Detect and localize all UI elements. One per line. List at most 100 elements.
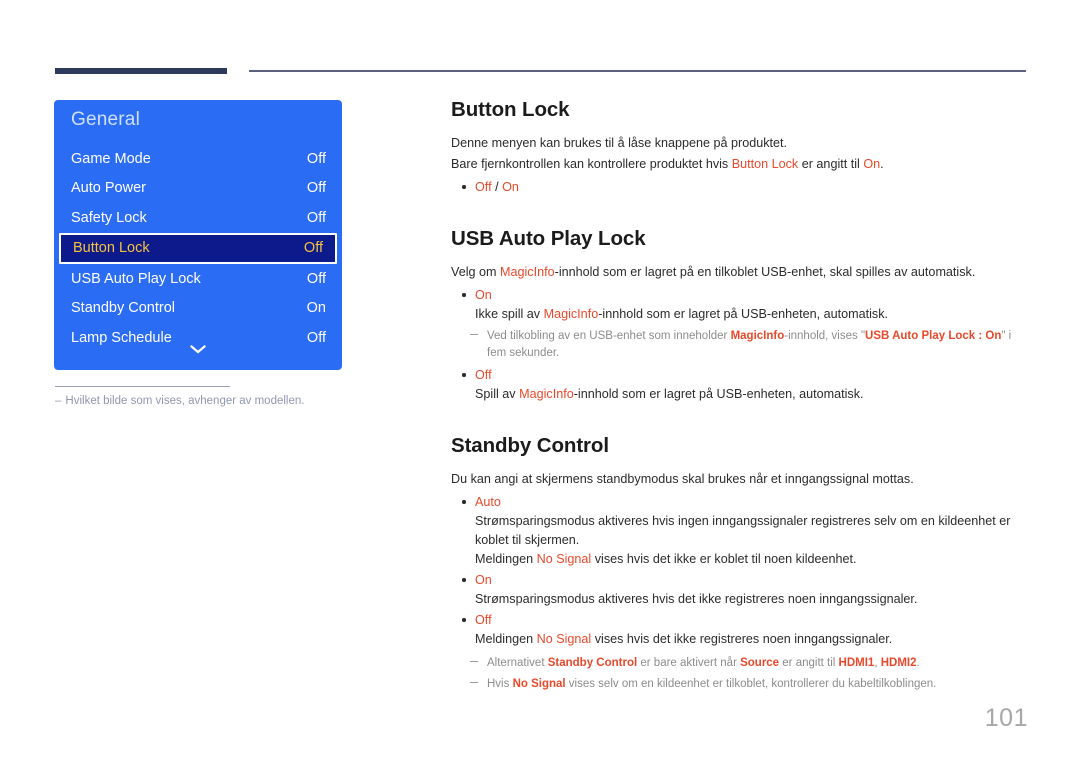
option-auto-description-2: Meldingen No Signal vises hvis det ikke … <box>475 550 1031 569</box>
osd-row-value: Off <box>303 240 323 257</box>
text: vises selv om en kildeenhet er tilkoblet… <box>565 678 937 690</box>
term-source: Source <box>740 657 780 669</box>
term-standby-control: Standby Control <box>547 657 638 669</box>
list-item: On Strømsparingsmodus aktiveres hvis det… <box>451 571 1031 609</box>
osd-row-label: Button Lock <box>73 240 150 257</box>
list-item: Auto Strømsparingsmodus aktiveres hvis i… <box>451 493 1031 569</box>
option-auto-description: Strømsparingsmodus aktiveres hvis ingen … <box>475 514 1011 547</box>
panel-footnote: – Hvilket bilde som vises, avhenger av mo… <box>55 386 355 407</box>
section-title-button-lock: Button Lock <box>451 98 570 121</box>
term-no-signal: No Signal <box>536 632 592 646</box>
osd-row-value: Off <box>306 180 326 197</box>
term-magicinfo: MagicInfo <box>730 330 785 342</box>
list-item: Off / On <box>451 178 1031 197</box>
osd-row-button-lock[interactable]: Button Lock Off <box>59 232 337 264</box>
standby-intro-paragraph: Du kan angi at skjermens standbymodus sk… <box>451 470 1031 489</box>
osd-row-safety-lock[interactable]: Safety Lock Off <box>54 203 342 233</box>
osd-row-auto-power[interactable]: Auto Power Off <box>54 174 342 204</box>
option-separator: / <box>491 180 503 194</box>
text: -innhold, vises " <box>784 330 866 342</box>
osd-row-label: Safety Lock <box>71 209 147 226</box>
usb-note-1: Ved tilkobling av en USB-enhet som inneh… <box>451 328 1031 362</box>
usb-options-2: Off Spill av MagicInfo-innhold som er la… <box>451 366 1031 404</box>
text: Denne menyen kan brukes til å låse knapp… <box>451 136 788 150</box>
bullet-dot-icon <box>462 373 466 377</box>
text: Ved tilkobling av en USB-enhet som inneh… <box>487 330 731 342</box>
term-hdmi1: HDMI1 <box>838 657 875 669</box>
term-usb-auto-play-lock-on: USB Auto Play Lock : On <box>865 330 1002 342</box>
term-magicinfo: MagicInfo <box>519 387 574 401</box>
text: Spill av <box>475 387 520 401</box>
osd-row-value: Off <box>306 150 326 167</box>
chevron-down-icon <box>190 345 206 354</box>
panel-footnote-text: – Hvilket bilde som vises, avhenger av mo… <box>55 395 355 407</box>
text: er angitt til <box>779 657 839 669</box>
text: Meldingen <box>475 632 537 646</box>
osd-scroll-more[interactable] <box>54 342 342 358</box>
standby-options: Auto Strømsparingsmodus aktiveres hvis i… <box>451 493 1031 649</box>
osd-row-game-mode[interactable]: Game Mode Off <box>54 144 342 174</box>
osd-row-label: Game Mode <box>71 150 151 167</box>
text: vises hvis det ikke er koblet til noen k… <box>591 552 857 566</box>
usb-options: On Ikke spill av MagicInfo-innhold som e… <box>451 286 1031 324</box>
term-hdmi2: HDMI2 <box>880 657 917 669</box>
osd-row-label: Auto Power <box>71 180 146 197</box>
list-item: Off Meldingen No Signal vises hvis det i… <box>451 611 1031 649</box>
osd-row-standby-control[interactable]: Standby Control On <box>54 293 342 323</box>
panel-footnote-rule <box>55 386 230 387</box>
text: -innhold som er lagret på USB-enheten, a… <box>598 307 889 321</box>
osd-row-value: Off <box>306 209 326 226</box>
option-off: Off <box>475 613 492 627</box>
header-rule-thin <box>249 70 1026 72</box>
option-on: On <box>475 288 492 302</box>
term-button-lock: Button Lock <box>731 157 799 171</box>
text: Bare fjernkontrollen kan kontrollere pro… <box>451 157 732 171</box>
text: -innhold som er lagret på USB-enheten, a… <box>573 387 864 401</box>
button-lock-paragraph-2: Bare fjernkontrollen kan kontrollere pro… <box>451 155 1031 174</box>
page-header-rules <box>0 0 1080 90</box>
osd-row-value: On <box>306 300 326 317</box>
text: . <box>880 157 884 171</box>
term-on: On <box>863 157 881 171</box>
term-magicinfo: MagicInfo <box>500 265 555 279</box>
bullet-dot-icon <box>462 500 466 504</box>
text: vises hvis det ikke registreres noen inn… <box>591 632 893 646</box>
osd-row-label: USB Auto Play Lock <box>71 270 201 287</box>
option-on: On <box>475 573 492 587</box>
section-title-standby-control: Standby Control <box>451 434 609 457</box>
bullet-dot-icon <box>462 618 466 622</box>
option-off-description: Spill av MagicInfo-innhold som er lagret… <box>475 385 1031 404</box>
footnote-dash: – <box>55 395 62 407</box>
bullet-dot-icon <box>462 185 466 189</box>
page-number: 101 <box>984 704 1028 732</box>
text: Ikke spill av <box>475 307 544 321</box>
button-lock-options: Off / On <box>451 178 1031 197</box>
option-on-description: Ikke spill av MagicInfo-innhold som er l… <box>475 305 1031 324</box>
option-off-description: Meldingen No Signal vises hvis det ikke … <box>475 630 1031 649</box>
osd-row-label: Standby Control <box>71 300 175 317</box>
button-lock-paragraph-1: Denne menyen kan brukes til å låse knapp… <box>451 134 1031 153</box>
standby-note-2: Hvis No Signal vises selv om en kildeenh… <box>451 676 1031 693</box>
header-rule-thick <box>55 68 227 74</box>
option-on-description: Strømsparingsmodus aktiveres hvis det ik… <box>475 592 918 606</box>
term-no-signal: No Signal <box>536 552 592 566</box>
osd-row-usb-auto-play-lock[interactable]: USB Auto Play Lock Off <box>54 264 342 294</box>
usb-intro-paragraph: Velg om MagicInfo-innhold som er lagret … <box>451 263 1031 282</box>
section-title-usb-auto-play-lock: USB Auto Play Lock <box>451 227 646 250</box>
osd-panel-title: General <box>71 109 140 130</box>
osd-row-value: Off <box>306 270 326 287</box>
option-off: Off <box>475 180 492 194</box>
osd-menu-list: Game Mode Off Auto Power Off Safety Lock… <box>54 144 342 353</box>
text: Velg om <box>451 265 501 279</box>
document-content: Button Lock Denne menyen kan brukes til … <box>451 98 1031 695</box>
bullet-dot-icon <box>462 578 466 582</box>
text: Alternativet <box>487 657 548 669</box>
list-item: On Ikke spill av MagicInfo-innhold som e… <box>451 286 1031 324</box>
standby-note-1: Alternativet Standby Control er bare akt… <box>451 655 1031 672</box>
option-on: On <box>502 180 519 194</box>
osd-menu-panel: General Game Mode Off Auto Power Off Saf… <box>54 100 342 370</box>
term-magicinfo: MagicInfo <box>543 307 599 321</box>
term-no-signal: No Signal <box>512 678 566 690</box>
text: -innhold som er lagret på en tilkoblet U… <box>554 265 976 279</box>
text: Hvis <box>487 678 513 690</box>
